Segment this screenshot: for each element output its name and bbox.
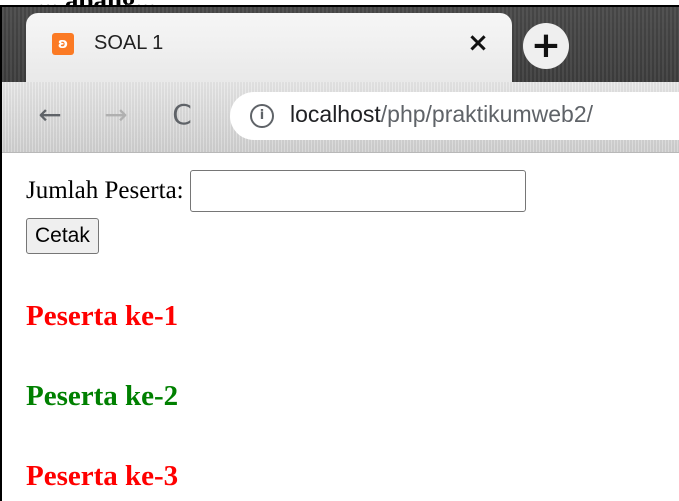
- reload-icon[interactable]: C: [164, 97, 200, 133]
- page-content: Jumlah Peserta: Cetak Peserta ke-1 Peser…: [26, 170, 679, 492]
- cetak-button[interactable]: Cetak: [26, 218, 99, 254]
- peserta-line-1: Peserta ke-1: [26, 300, 179, 332]
- url-host: localhost: [290, 101, 381, 127]
- info-icon[interactable]: i: [250, 104, 274, 128]
- url-text: localhost/php/praktikumweb2/: [290, 101, 593, 128]
- new-tab-button[interactable]: +: [523, 23, 569, 69]
- tab-title: SOAL 1: [94, 32, 164, 54]
- close-icon[interactable]: ×: [464, 29, 492, 57]
- forward-arrow-icon[interactable]: →: [98, 97, 134, 133]
- xampp-favicon-icon: ʚ: [52, 33, 74, 55]
- browser-window: ʚ SOAL 1 × + ← → C i localhost/php/prakt…: [0, 5, 679, 501]
- peserta-line-3: Peserta ke-3: [26, 460, 179, 492]
- back-arrow-icon[interactable]: ←: [32, 97, 68, 133]
- tab-strip: ʚ SOAL 1 × +: [2, 7, 679, 82]
- jumlah-peserta-row: Jumlah Peserta:: [26, 170, 679, 212]
- jumlah-peserta-label: Jumlah Peserta:: [26, 177, 184, 204]
- peserta-line-2: Peserta ke-2: [26, 380, 179, 412]
- jumlah-peserta-input[interactable]: [189, 170, 526, 212]
- address-bar[interactable]: i localhost/php/praktikumweb2/: [230, 92, 679, 140]
- url-path: /php/praktikumweb2/: [380, 101, 594, 127]
- browser-toolbar: ← → C i localhost/php/praktikumweb2/: [2, 82, 679, 153]
- tab-soal-1[interactable]: ʚ SOAL 1 ×: [26, 13, 512, 82]
